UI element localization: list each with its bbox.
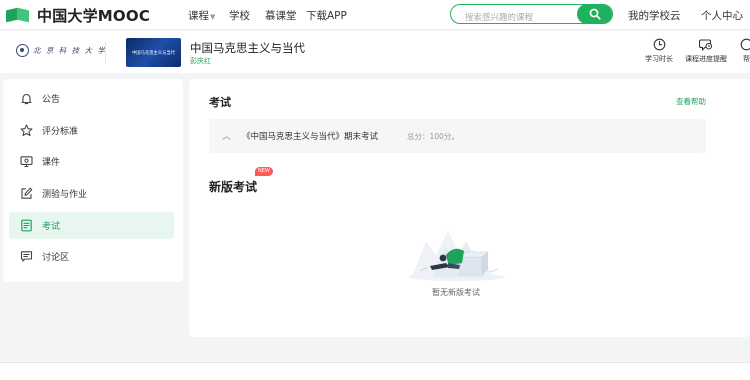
search-input[interactable]	[451, 9, 576, 23]
exam-icon	[19, 218, 33, 232]
teacher-name[interactable]: 彭庆红	[190, 56, 211, 66]
logo-text: 中国大学MOOC	[37, 6, 151, 25]
mooc-logo-icon	[6, 7, 32, 23]
caret-down-icon: ▼	[210, 13, 216, 21]
sidebar-item-label: 公告	[42, 95, 61, 105]
courseware-icon	[19, 155, 33, 169]
top-nav: 中国大学MOOC 课程▼ 学校 慕课堂 下载APP 我的学校云 个人中心	[0, 0, 750, 30]
course-sidebar: 公告 评分标准 课件 测验与作业 考试 讨论区	[3, 79, 183, 282]
sidebar-item-label: 考试	[42, 221, 61, 232]
exam-item[interactable]: ︿ 《中国马克思主义与当代》期末考试 总分：100分。	[209, 119, 706, 153]
study-time-button[interactable]: 学习时长	[645, 38, 673, 64]
exam-total-score: 总分：100分。	[407, 132, 459, 141]
empty-state-illustration	[409, 231, 505, 281]
bell-icon	[19, 92, 33, 106]
nav-schools[interactable]: 学校	[229, 8, 250, 23]
school-seal-icon	[16, 44, 29, 57]
search-button[interactable]	[577, 5, 612, 23]
course-thumbnail[interactable]: 中国马克思主义与当代	[126, 38, 181, 67]
help-label: 帮	[743, 55, 750, 63]
search-box	[450, 4, 613, 24]
discussion-icon	[19, 250, 33, 264]
reminder-icon	[699, 39, 713, 51]
help-icon	[740, 38, 750, 51]
nav-download-app[interactable]: 下载APP	[306, 8, 347, 23]
sidebar-item-quiz-homework[interactable]: 测验与作业	[9, 180, 174, 207]
edit-icon	[19, 187, 33, 201]
exam-panel: 考试 查看帮助 ︿ 《中国马克思主义与当代》期末考试 总分：100分。 NEW …	[189, 79, 750, 337]
sidebar-item-exam[interactable]: 考试	[9, 211, 174, 239]
new-badge: NEW	[255, 167, 273, 176]
school-name: 北 京 科 技 大 学	[33, 46, 107, 55]
study-time-label: 学习时长	[645, 55, 673, 63]
exam-name[interactable]: 《中国马克思主义与当代》期末考试	[242, 130, 378, 142]
sidebar-item-grading[interactable]: 评分标准	[9, 117, 174, 144]
help-button[interactable]: 帮	[740, 38, 750, 64]
sidebar-item-courseware[interactable]: 课件	[9, 148, 174, 175]
star-icon	[19, 123, 33, 137]
nav-courses[interactable]: 课程▼	[188, 8, 215, 23]
progress-reminder-button[interactable]: 课程进度提醒	[685, 38, 727, 64]
divider	[105, 41, 106, 63]
section-title: 考试	[209, 96, 231, 109]
mooc-logo[interactable]: 中国大学MOOC	[6, 5, 150, 25]
sidebar-item-label: 评分标准	[42, 126, 79, 137]
course-title[interactable]: 中国马克思主义与当代	[190, 40, 305, 56]
thumbnail-text: 中国马克思主义与当代	[132, 50, 175, 56]
new-exam-title: 新版考试	[209, 180, 258, 194]
my-school-cloud-link[interactable]: 我的学校云	[628, 8, 681, 23]
page-footer	[0, 362, 750, 380]
help-link[interactable]: 查看帮助	[676, 96, 706, 107]
sidebar-item-label: 讨论区	[42, 253, 70, 264]
course-header: 北 京 科 技 大 学 中国马克思主义与当代 中国马克思主义与当代 彭庆红 学习…	[0, 31, 750, 73]
sidebar-item-label: 测验与作业	[42, 190, 88, 201]
progress-reminder-label: 课程进度提醒	[685, 55, 727, 63]
sidebar-item-announcement[interactable]: 公告	[9, 85, 174, 112]
sidebar-item-label: 课件	[42, 158, 61, 169]
clock-icon	[653, 38, 665, 51]
nav-mooc-classroom[interactable]: 慕课堂	[265, 8, 297, 23]
search-icon	[589, 8, 601, 20]
personal-center-link[interactable]: 个人中心	[701, 8, 743, 23]
sidebar-item-discussion[interactable]: 讨论区	[9, 243, 174, 270]
school-logo[interactable]: 北 京 科 技 大 学	[16, 44, 106, 57]
empty-state-text: 暂无新版考试	[432, 288, 480, 297]
chevron-up-icon[interactable]: ︿	[222, 129, 231, 142]
